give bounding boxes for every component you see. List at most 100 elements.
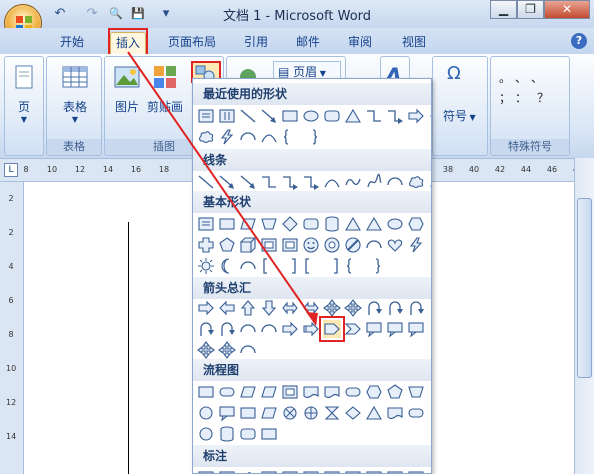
tri-shape-icon[interactable] [344,107,362,125]
tab-references[interactable]: 引用 [236,32,276,54]
elbow2-shape-icon[interactable] [302,173,320,191]
special-symbols-row-2[interactable]: ；：？ [499,89,569,106]
close-button[interactable]: ✕ [544,0,590,19]
circle-shape-icon[interactable] [197,425,215,443]
callout-shape-icon[interactable] [218,404,236,422]
rarrow-shape-icon[interactable] [407,107,425,125]
frame-shape-icon[interactable] [281,383,299,401]
trap-shape-icon[interactable] [407,383,425,401]
arrowline-shape-icon[interactable] [239,173,257,191]
tri-shape-icon[interactable] [365,404,383,422]
sumj-shape-icon[interactable] [281,404,299,422]
trap-shape-icon[interactable] [260,215,278,233]
callout-shape-icon[interactable] [302,469,320,473]
textbox-shape-icon[interactable] [197,107,215,125]
arc-shape-icon[interactable] [386,173,404,191]
hourglass-shape-icon[interactable] [323,404,341,422]
uturn-shape-icon[interactable] [197,320,215,338]
rbracket-shape-icon[interactable] [281,257,299,275]
line-shape-icon[interactable] [239,107,257,125]
cloud-shape-icon[interactable] [407,173,425,191]
tab-mailings[interactable]: 邮件 [288,32,328,54]
tab-review[interactable]: 审阅 [340,32,380,54]
callout-shape-icon[interactable] [386,469,404,473]
donut-shape-icon[interactable] [323,236,341,254]
brace-shape-icon[interactable] [281,128,299,146]
rrect-shape-icon[interactable] [323,107,341,125]
line-shape-icon[interactable] [197,173,215,191]
help-icon[interactable]: ? [571,33,587,49]
bracket-shape-icon[interactable] [302,257,320,275]
chevron-shape-icon[interactable] [344,320,362,338]
curve-shape-icon[interactable] [260,128,278,146]
table-button[interactable]: 表格 ▼ [51,61,99,131]
arc-shape-icon[interactable] [239,257,257,275]
rbrace-shape-icon[interactable] [302,128,320,146]
callout-shape-icon[interactable] [407,320,425,338]
vtextbox-shape-icon[interactable] [218,107,236,125]
uturn-shape-icon[interactable] [407,299,425,317]
cube-shape-icon[interactable] [239,236,257,254]
rrect-shape-icon[interactable] [302,215,320,233]
tab-page-layout[interactable]: 页面布局 [160,32,224,54]
callout-shape-icon[interactable] [407,469,425,473]
can-shape-icon[interactable] [323,215,341,233]
quad-shape-icon[interactable] [197,341,215,359]
lrarrow-shape-icon[interactable] [281,299,299,317]
callout-shape-icon[interactable] [386,320,404,338]
callout-shape-icon[interactable] [197,469,215,473]
arc-shape-icon[interactable] [239,128,257,146]
lrarrow-shape-icon[interactable] [302,299,320,317]
para-shape-icon[interactable] [260,404,278,422]
quad-shape-icon[interactable] [323,299,341,317]
sun-shape-icon[interactable] [197,257,215,275]
tab-insert[interactable]: 插入 [110,32,146,54]
omega-icon[interactable]: Ω [447,63,461,84]
term-shape-icon[interactable] [407,404,425,422]
uturn-shape-icon[interactable] [386,299,404,317]
callout-shape-icon[interactable] [365,320,383,338]
symbol-button[interactable]: 符号 ▼ [443,107,476,124]
minimize-button[interactable]: ▁ [490,0,517,19]
quad-shape-icon[interactable] [344,299,362,317]
rarrow-shape-icon[interactable] [197,299,215,317]
arc-shape-icon[interactable] [239,341,257,359]
elbow-shape-icon[interactable] [260,173,278,191]
callout-shape-icon[interactable] [260,469,278,473]
callout-shape-icon[interactable] [365,469,383,473]
hex-shape-icon[interactable] [365,383,383,401]
diamond-shape-icon[interactable] [281,215,299,233]
process-shape-icon[interactable] [197,383,215,401]
rect-shape-icon[interactable] [239,404,257,422]
rbracket-shape-icon[interactable] [323,257,341,275]
uturn-shape-icon[interactable] [365,299,383,317]
darrow-shape-icon[interactable] [260,299,278,317]
heart-shape-icon[interactable] [386,236,404,254]
rbrace-shape-icon[interactable] [365,257,383,275]
decision-shape-icon[interactable] [344,404,362,422]
rect-shape-icon[interactable] [281,107,299,125]
doc-shape-icon[interactable] [386,404,404,422]
arc-shape-icon[interactable] [365,236,383,254]
tri-shape-icon[interactable] [344,215,362,233]
picture-button[interactable]: 图片 [109,61,145,131]
restore-button[interactable]: ❐ [517,0,544,19]
data-shape-icon[interactable] [260,383,278,401]
cloud-shape-icon[interactable] [197,128,215,146]
lightning-shape-icon[interactable] [407,236,425,254]
elbow2-shape-icon[interactable] [386,107,404,125]
quad-shape-icon[interactable] [218,341,236,359]
orj-shape-icon[interactable] [302,404,320,422]
rect-shape-icon[interactable] [260,425,278,443]
frame-shape-icon[interactable] [260,236,278,254]
brace-shape-icon[interactable] [344,257,362,275]
term-shape-icon[interactable] [344,383,362,401]
elbow-shape-icon[interactable] [365,107,383,125]
strip-arrow-shape-icon[interactable] [302,320,320,338]
vertical-scrollbar[interactable] [574,158,594,474]
pentagon-arrow-shape-icon[interactable] [319,316,345,342]
bracket-shape-icon[interactable] [260,257,278,275]
frame-shape-icon[interactable] [281,236,299,254]
elbow2-shape-icon[interactable] [281,173,299,191]
uarrow-shape-icon[interactable] [239,299,257,317]
